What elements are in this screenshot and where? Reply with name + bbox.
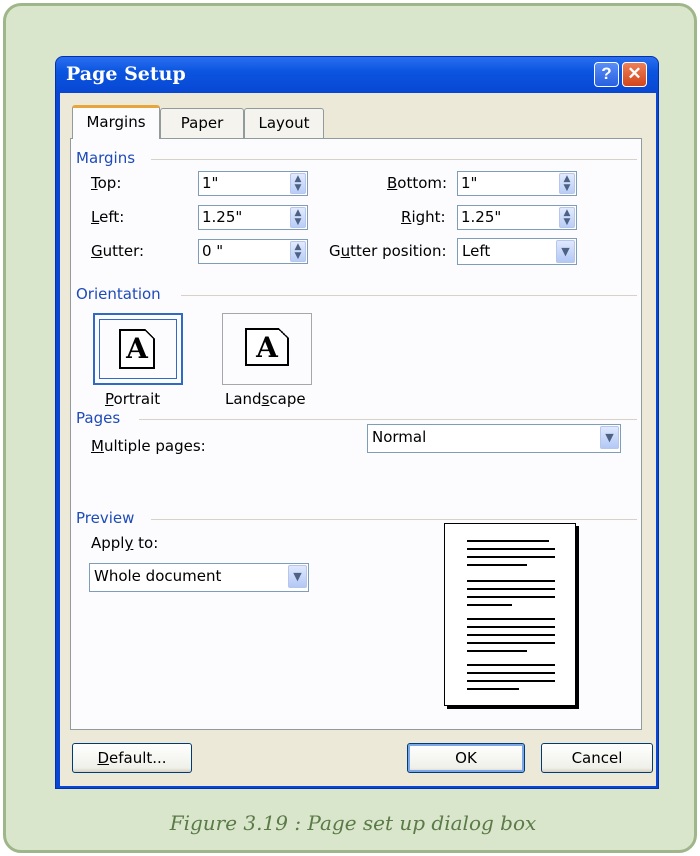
top-label-text: op: bbox=[97, 174, 122, 192]
dialog-title: Page Setup bbox=[66, 63, 186, 85]
cancel-button[interactable]: Cancel bbox=[541, 743, 653, 773]
chevron-down-icon[interactable]: ▼ bbox=[288, 565, 307, 588]
gutter-value: 0 " bbox=[202, 242, 224, 260]
page-fold bbox=[145, 329, 155, 339]
preview-line bbox=[467, 564, 527, 566]
top-margin-value: 1" bbox=[202, 174, 219, 192]
preview-line bbox=[467, 540, 549, 542]
chevron-down-icon[interactable]: ▼ bbox=[556, 240, 575, 263]
preview-line bbox=[467, 672, 555, 674]
multiple-pages-label: Multiple pages: bbox=[91, 437, 206, 455]
margins-tab-panel: Margins Top: 1" ▲ ▼ Bottom: 1" ▲ ▼ Left: 1… bbox=[70, 138, 642, 730]
default-button[interactable]: Default... bbox=[72, 743, 192, 773]
right-margin-spin[interactable]: 1.25" ▲ ▼ bbox=[457, 205, 577, 230]
tab-paper[interactable]: Paper bbox=[160, 108, 244, 139]
left-margin-value: 1.25" bbox=[202, 208, 243, 226]
title-bar: Page Setup ? ✕ bbox=[56, 57, 658, 93]
preview-line bbox=[467, 604, 512, 606]
portrait-page-icon: A bbox=[119, 329, 155, 369]
apply-to-select[interactable]: Whole document ▼ bbox=[89, 563, 309, 592]
portrait-label: Portrait bbox=[105, 390, 161, 408]
spin-arrows-icon[interactable]: ▲ ▼ bbox=[290, 207, 306, 228]
chevron-down-icon[interactable]: ▼ bbox=[600, 426, 619, 449]
figure-frame: Page Setup ? ✕ Margins Paper Layout Marg… bbox=[3, 3, 697, 853]
gutter-label: Gutter: bbox=[91, 242, 145, 260]
landscape-icon-letter: A bbox=[256, 331, 278, 364]
left-label: Left: bbox=[91, 208, 125, 226]
gutter-position-label: Gutter position: bbox=[329, 242, 447, 260]
spin-arrows-icon[interactable]: ▲ ▼ bbox=[559, 173, 575, 194]
preview-line bbox=[467, 596, 555, 598]
bottom-margin-value: 1" bbox=[461, 174, 478, 192]
group-divider bbox=[151, 159, 637, 160]
preview-line bbox=[467, 680, 555, 682]
apply-to-label: Apply to: bbox=[91, 534, 159, 552]
page-fold bbox=[279, 328, 289, 338]
ok-label: OK bbox=[455, 749, 477, 767]
tab-margins[interactable]: Margins bbox=[72, 105, 160, 139]
preview-line bbox=[467, 588, 555, 590]
preview-line bbox=[467, 548, 555, 550]
preview-line bbox=[467, 618, 555, 620]
gutter-spin[interactable]: 0 " ▲ ▼ bbox=[198, 239, 308, 264]
bottom-margin-spin[interactable]: 1" ▲ ▼ bbox=[457, 171, 577, 196]
help-button[interactable]: ? bbox=[594, 62, 619, 87]
group-divider bbox=[151, 519, 637, 520]
figure-caption: Figure 3.19 : Page set up dialog box bbox=[169, 811, 537, 835]
spin-arrows-icon[interactable]: ▲ ▼ bbox=[290, 173, 306, 194]
gutter-position-select[interactable]: Left ▼ bbox=[457, 238, 577, 265]
right-label: Right: bbox=[401, 208, 446, 226]
landscape-option[interactable]: A bbox=[222, 313, 312, 385]
right-margin-value: 1.25" bbox=[461, 208, 502, 226]
help-icon: ? bbox=[601, 64, 612, 83]
page-setup-dialog: Page Setup ? ✕ Margins Paper Layout Marg… bbox=[55, 56, 659, 789]
tab-layout-label: Layout bbox=[258, 114, 310, 132]
page-preview bbox=[444, 523, 576, 706]
orientation-group-label: Orientation bbox=[76, 285, 161, 303]
group-divider bbox=[181, 295, 637, 296]
close-button[interactable]: ✕ bbox=[622, 62, 647, 87]
spin-arrows-icon[interactable]: ▲ ▼ bbox=[559, 207, 575, 228]
preview-group-label: Preview bbox=[76, 509, 135, 527]
apply-to-value: Whole document bbox=[94, 567, 222, 585]
spin-arrows-icon[interactable]: ▲ ▼ bbox=[290, 241, 306, 262]
multiple-pages-select[interactable]: Normal ▼ bbox=[367, 424, 621, 453]
ok-button[interactable]: OK bbox=[407, 743, 525, 773]
preview-line bbox=[467, 650, 527, 652]
preview-line bbox=[467, 688, 519, 690]
preview-line bbox=[467, 664, 555, 666]
tab-paper-label: Paper bbox=[180, 114, 224, 132]
left-margin-spin[interactable]: 1.25" ▲ ▼ bbox=[198, 205, 308, 230]
pages-group-label: Pages bbox=[76, 409, 121, 427]
bottom-label: Bottom: bbox=[387, 174, 448, 192]
cancel-label: Cancel bbox=[571, 749, 623, 767]
dialog-client-area: Margins Paper Layout Margins Top: 1" ▲ ▼ … bbox=[60, 93, 656, 786]
top-margin-spin[interactable]: 1" ▲ ▼ bbox=[198, 171, 308, 196]
tab-margins-label: Margins bbox=[86, 113, 146, 131]
landscape-label: Landscape bbox=[225, 390, 306, 408]
margins-group-label: Margins bbox=[76, 149, 136, 167]
preview-line bbox=[467, 556, 555, 558]
close-icon: ✕ bbox=[627, 64, 642, 83]
preview-line bbox=[467, 642, 555, 644]
gutter-position-value: Left bbox=[462, 242, 491, 260]
preview-line bbox=[467, 580, 555, 582]
preview-line bbox=[467, 634, 555, 636]
portrait-option[interactable]: A bbox=[93, 313, 183, 385]
landscape-page-icon: A bbox=[245, 328, 289, 366]
top-label: Top: bbox=[91, 174, 122, 192]
group-divider bbox=[139, 419, 637, 420]
preview-line bbox=[467, 626, 555, 628]
tab-layout[interactable]: Layout bbox=[244, 108, 324, 139]
multiple-pages-value: Normal bbox=[372, 428, 427, 446]
